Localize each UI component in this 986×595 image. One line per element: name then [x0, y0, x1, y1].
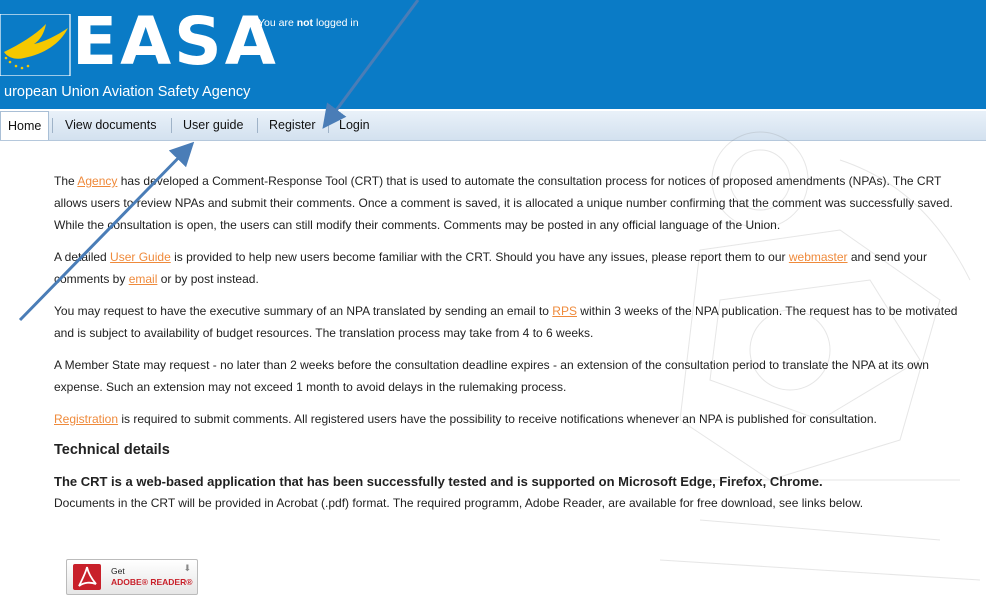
easa-bird-logo-icon [0, 14, 71, 76]
login-status: You are not logged in [258, 17, 359, 29]
download-arrow-icon: ⬇ [183, 564, 191, 574]
agency-name: uropean Union Aviation Safety Agency [4, 84, 251, 100]
nav-separator [171, 118, 172, 133]
nav-register[interactable]: Register [262, 111, 323, 140]
nav-home[interactable]: Home [0, 111, 50, 140]
intro-paragraph: The Agency has developed a Comment-Respo… [54, 170, 974, 236]
email-link[interactable]: email [129, 272, 158, 286]
nav-separator [328, 118, 329, 133]
adobe-reader-label: ADOBE® READER® [111, 577, 193, 587]
user-guide-text: is provided to help new users become fam… [170, 250, 789, 264]
translation-text: You may request to have the executive su… [54, 304, 553, 318]
technical-details-heading: Technical details [54, 442, 170, 458]
nav-user-guide[interactable]: User guide [176, 111, 250, 140]
registration-link[interactable]: Registration [54, 412, 118, 426]
intro-text: has developed a Comment-Response Tool (C… [54, 174, 953, 232]
adobe-reader-icon [73, 564, 101, 590]
login-status-suffix: logged in [313, 17, 359, 29]
main-content: The Agency has developed a Comment-Respo… [54, 170, 974, 514]
nav-view-documents[interactable]: View documents [58, 111, 164, 140]
registration-paragraph: Registration is required to submit comme… [54, 408, 974, 430]
user-guide-text: A detailed [54, 250, 111, 264]
nav-separator [52, 118, 53, 133]
easa-logo-text: EASA [72, 3, 279, 80]
pdf-format-note: Documents in the CRT will be provided in… [54, 496, 864, 510]
user-guide-paragraph: A detailed User Guide is provided to hel… [54, 246, 974, 290]
site-header: EASA uropean Union Aviation Safety Agenc… [0, 0, 986, 109]
rps-link[interactable]: RPS [552, 304, 577, 318]
registration-text: is required to submit comments. All regi… [118, 412, 877, 426]
translation-paragraph: You may request to have the executive su… [54, 300, 974, 344]
get-adobe-reader-button[interactable]: Get ADOBE® READER® ⬇ [66, 559, 198, 595]
user-guide-text: or by post instead. [157, 272, 259, 286]
nav-login[interactable]: Login [332, 111, 377, 140]
intro-text: The [54, 174, 78, 188]
login-status-emphasis: not [296, 17, 314, 29]
member-state-paragraph: A Member State may request - no later th… [54, 358, 929, 394]
login-status-prefix: You are [258, 17, 297, 29]
browser-support-note: The CRT is a web-based application that … [54, 474, 823, 489]
adobe-get-label: Get [111, 566, 125, 576]
nav-separator [257, 118, 258, 133]
user-guide-link[interactable]: User Guide [110, 250, 171, 264]
agency-link[interactable]: Agency [77, 174, 117, 188]
webmaster-link[interactable]: webmaster [789, 250, 848, 264]
